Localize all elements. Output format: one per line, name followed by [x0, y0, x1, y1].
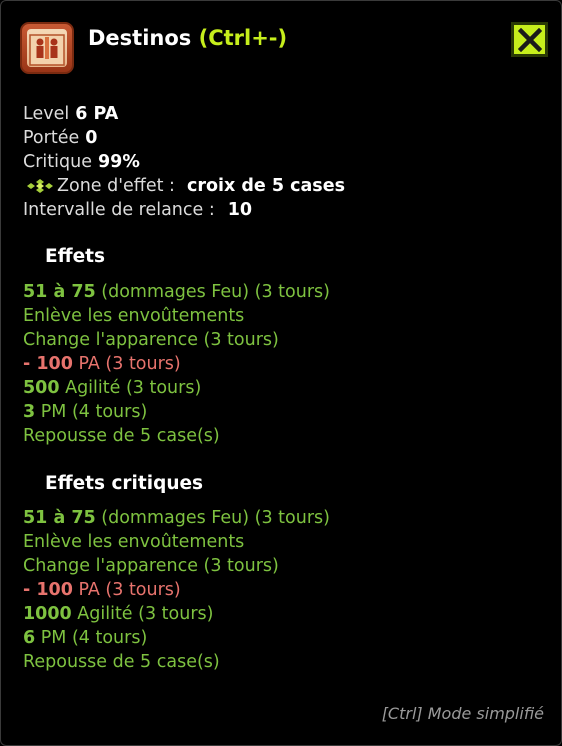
- stat-critical: Critique 99%: [23, 150, 345, 174]
- spell-stats: Level 6 PA Portée 0 Critique 99% Zone d'eff…: [23, 102, 345, 222]
- effect-line-negative: - 100 PA (3 tours): [23, 354, 181, 374]
- critical-effect-line: 51 à 75 (dommages Feu) (3 tours): [23, 508, 330, 528]
- spell-name: Destinos: [88, 26, 192, 50]
- effects-title: Effets: [45, 246, 106, 267]
- stat-cooldown: Intervalle de relance : 10: [23, 198, 345, 222]
- effect-line: 51 à 75 (dommages Feu) (3 tours): [23, 282, 330, 302]
- critical-effect-line: Change l'apparence (3 tours): [23, 556, 279, 576]
- critical-effects-list: 51 à 75 (dommages Feu) (3 tours) Enlève …: [23, 506, 330, 674]
- critical-effect-line: 1000 Agilité (3 tours): [23, 604, 214, 624]
- stat-level: Level 6 PA: [23, 102, 345, 126]
- close-button[interactable]: [511, 22, 548, 57]
- effect-line: Enlève les envoûtements: [23, 306, 245, 326]
- critical-value: 99%: [97, 152, 140, 172]
- stat-zone: Zone d'effet : croix de 5 cases: [23, 174, 345, 198]
- range-value: 0: [85, 128, 98, 148]
- level-value: 6 PA: [75, 104, 119, 124]
- spell-shortcut: (Ctrl+-): [198, 26, 288, 50]
- spell-title: Destinos (Ctrl+-): [88, 26, 287, 50]
- critical-effect-line: 6 PM (4 tours): [23, 628, 148, 648]
- range-label: Portée: [23, 128, 80, 148]
- critical-effect-line-negative: - 100 PA (3 tours): [23, 580, 181, 600]
- zone-label: Zone d'effet :: [57, 176, 175, 196]
- spell-tooltip-panel: Destinos (Ctrl+-) Level 6 PA Portée 0 Crit…: [0, 0, 562, 746]
- critical-label: Critique: [23, 152, 92, 172]
- simplified-mode-hint: [Ctrl] Mode simplifié: [381, 704, 544, 723]
- cross-area-icon: [27, 179, 53, 193]
- effect-line: 500 Agilité (3 tours): [23, 378, 202, 398]
- effect-line: Change l'apparence (3 tours): [23, 330, 279, 350]
- critical-effect-line: Repousse de 5 case(s): [23, 652, 220, 672]
- effects-list: 51 à 75 (dommages Feu) (3 tours) Enlève …: [23, 280, 330, 448]
- cooldown-value: 10: [227, 200, 253, 220]
- close-x-icon: [518, 28, 542, 52]
- stat-range: Portée 0: [23, 126, 345, 150]
- effect-line: Repousse de 5 case(s): [23, 426, 220, 446]
- zone-value: croix de 5 cases: [186, 176, 345, 196]
- cooldown-label: Intervalle de relance :: [23, 200, 215, 220]
- level-label: Level: [23, 104, 70, 124]
- critical-effect-line: Enlève les envoûtements: [23, 532, 245, 552]
- destinos-spell-icon: [20, 22, 74, 74]
- effect-line: 3 PM (4 tours): [23, 402, 148, 422]
- critical-effects-title: Effets critiques: [45, 473, 204, 494]
